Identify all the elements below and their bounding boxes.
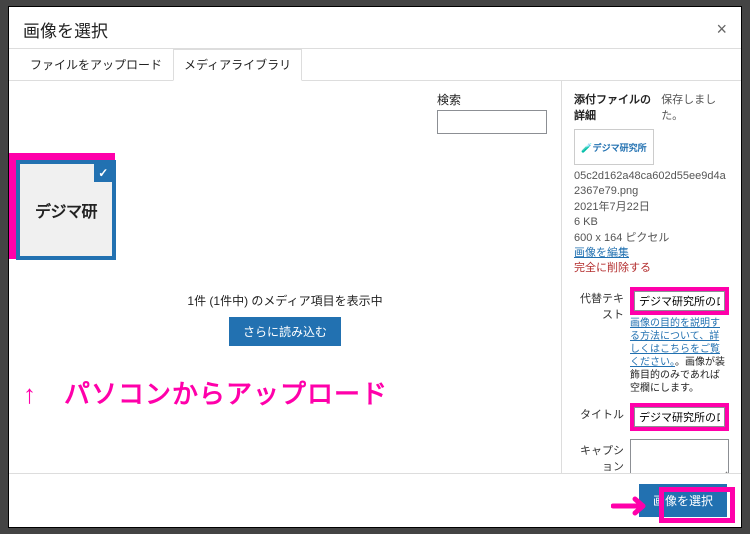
search-input[interactable] xyxy=(437,110,547,134)
caption-label: キャプション xyxy=(574,439,630,473)
select-image-button[interactable]: 画像を選択 xyxy=(639,484,727,517)
annotation-highlight-alt xyxy=(630,287,729,315)
close-icon[interactable]: × xyxy=(716,19,727,40)
sidebar-title: 添付ファイルの詳細 xyxy=(574,91,661,123)
alt-help-text: 画像の目的を説明する方法について、詳しくはこちらをご覧ください。。画像が装飾目的… xyxy=(630,317,729,395)
alt-text-label: 代替テキスト xyxy=(574,287,630,395)
attachment-details-sidebar: 添付ファイルの詳細 保存しました。 🧪デジマ研究所 05c2d162a48ca6… xyxy=(561,81,741,473)
alt-text-input[interactable] xyxy=(634,291,725,311)
attachment-preview: 🧪デジマ研究所 xyxy=(574,129,654,165)
annotation-highlight-title xyxy=(630,403,729,431)
load-more-button[interactable]: さらに読み込む xyxy=(229,317,341,346)
delete-permanently-link[interactable]: 完全に削除する xyxy=(574,261,729,276)
media-count-text: 1件 (1件中) のメディア項目を表示中 xyxy=(23,292,547,309)
tab-upload[interactable]: ファイルをアップロード xyxy=(19,49,173,80)
caption-input[interactable] xyxy=(630,439,729,473)
title-input[interactable] xyxy=(634,407,725,427)
selected-check-icon: ✓ xyxy=(94,164,112,182)
meta-size: 6 KB xyxy=(574,215,729,230)
annotation-highlight-thumb: デジマ研 ✓ xyxy=(9,153,115,259)
meta-date: 2021年7月22日 xyxy=(574,200,729,215)
thumbnail-text: デジマ研 xyxy=(35,198,97,222)
media-thumbnail[interactable]: デジマ研 ✓ xyxy=(16,160,116,260)
tab-media-library[interactable]: メディアライブラリ xyxy=(173,49,302,81)
meta-dims: 600 x 164 ピクセル xyxy=(574,231,729,246)
annotation-text: ↑ パソコンからアップロード xyxy=(23,374,547,411)
meta-filename: 05c2d162a48ca602d55ee9d4a2367e79.png xyxy=(574,169,729,200)
modal-title: 画像を選択 xyxy=(23,17,108,42)
media-grid-area: 検索 デジマ研 ✓ 1件 (1件中) のメディア項目を表示中 さらに読み込む ↑… xyxy=(9,81,561,473)
saved-status: 保存しました。 xyxy=(661,91,729,123)
search-label: 検索 xyxy=(437,91,547,108)
title-label: タイトル xyxy=(574,403,630,431)
edit-image-link[interactable]: 画像を編集 xyxy=(574,246,729,261)
tabs: ファイルをアップロード メディアライブラリ xyxy=(9,49,741,81)
